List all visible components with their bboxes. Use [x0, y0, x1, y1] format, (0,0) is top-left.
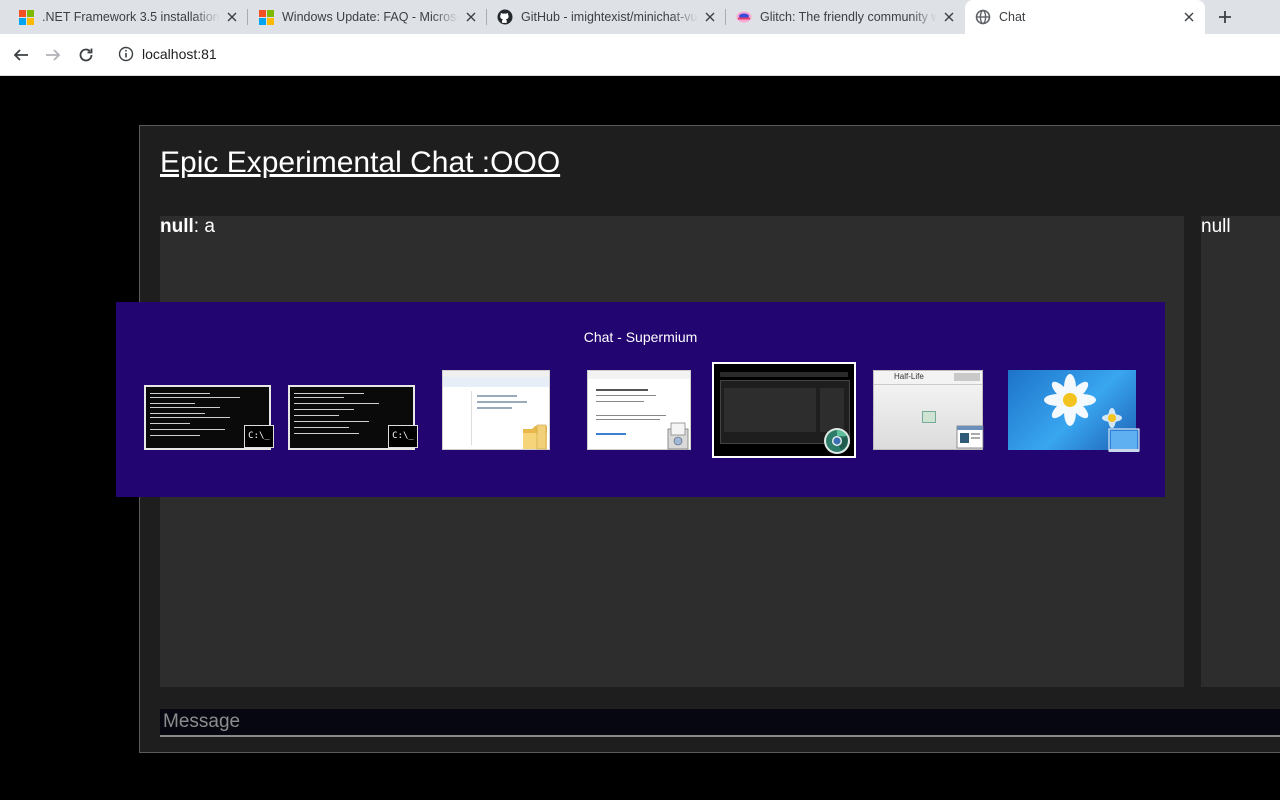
info-icon[interactable] — [118, 46, 134, 67]
half-life-window-title: Half-Life — [894, 372, 924, 381]
close-icon[interactable] — [941, 9, 957, 25]
tab-title: GitHub - imightexist/minichat-vue — [521, 10, 698, 24]
microsoft-logo-icon — [18, 9, 34, 25]
user-list-item: null — [1201, 216, 1231, 237]
tab-dotnet[interactable]: .NET Framework 3.5 installation e — [8, 0, 248, 34]
message-author: null — [160, 216, 194, 237]
close-icon[interactable] — [224, 9, 240, 25]
switcher-window-file-explorer[interactable] — [442, 370, 550, 450]
task-switcher: Chat - Supermium C:\_ C:\_ Half-Life — [116, 302, 1165, 497]
close-icon[interactable] — [1181, 9, 1197, 25]
glitch-icon — [736, 9, 752, 25]
tab-windows-update[interactable]: Windows Update: FAQ - Microsoft — [248, 0, 487, 34]
close-icon[interactable] — [702, 9, 718, 25]
installer-icon — [666, 421, 692, 456]
tab-title: Glitch: The friendly community w — [760, 10, 937, 24]
tab-github[interactable]: GitHub - imightexist/minichat-vue — [487, 0, 726, 34]
switcher-window-half-life[interactable]: Half-Life — [873, 370, 984, 450]
switcher-window-desktop[interactable] — [1008, 370, 1140, 452]
browser-toolbar: localhost:81 — [0, 34, 1280, 76]
switcher-window-supermium[interactable] — [712, 362, 856, 458]
message-input[interactable] — [160, 709, 1280, 737]
tab-glitch[interactable]: Glitch: The friendly community w — [726, 0, 965, 34]
microsoft-logo-icon — [258, 9, 274, 25]
message-text: a — [199, 216, 215, 237]
new-tab-button[interactable] — [1212, 5, 1238, 29]
user-list: null — [1201, 216, 1280, 687]
close-icon[interactable] — [463, 9, 479, 25]
back-arrow-icon — [13, 49, 28, 61]
globe-icon — [975, 9, 991, 25]
tab-title: .NET Framework 3.5 installation e — [42, 10, 220, 24]
desktop-icon — [1108, 428, 1140, 459]
forward-button[interactable] — [41, 43, 65, 67]
back-button[interactable] — [9, 43, 33, 67]
plus-icon — [1219, 11, 1231, 23]
command-prompt-icon: C:\_ — [244, 425, 274, 448]
list-item: null: a — [160, 216, 215, 238]
switcher-window-command-prompt[interactable]: C:\_ — [144, 385, 274, 450]
page-title: Epic Experimental Chat :OOO — [160, 146, 561, 179]
address-url: localhost:81 — [142, 46, 217, 62]
tab-chat[interactable]: Chat — [965, 0, 1205, 34]
reload-button[interactable] — [74, 43, 98, 67]
address-bar[interactable]: localhost:81 — [108, 39, 1280, 69]
supermium-icon — [822, 426, 852, 461]
folder-icon — [521, 421, 549, 456]
switcher-window-installer[interactable] — [587, 370, 691, 450]
forward-arrow-icon — [46, 49, 61, 61]
command-prompt-icon: C:\_ — [388, 425, 418, 448]
tab-title: Windows Update: FAQ - Microsoft — [282, 10, 459, 24]
browser-tab-strip: .NET Framework 3.5 installation e Window… — [0, 0, 1280, 34]
window-app-icon — [956, 425, 984, 454]
switcher-window-command-prompt[interactable]: C:\_ — [288, 385, 418, 450]
tab-title: Chat — [999, 10, 1026, 24]
switcher-title: Chat - Supermium — [583, 329, 698, 345]
github-icon — [497, 9, 513, 25]
reload-icon — [79, 48, 93, 62]
